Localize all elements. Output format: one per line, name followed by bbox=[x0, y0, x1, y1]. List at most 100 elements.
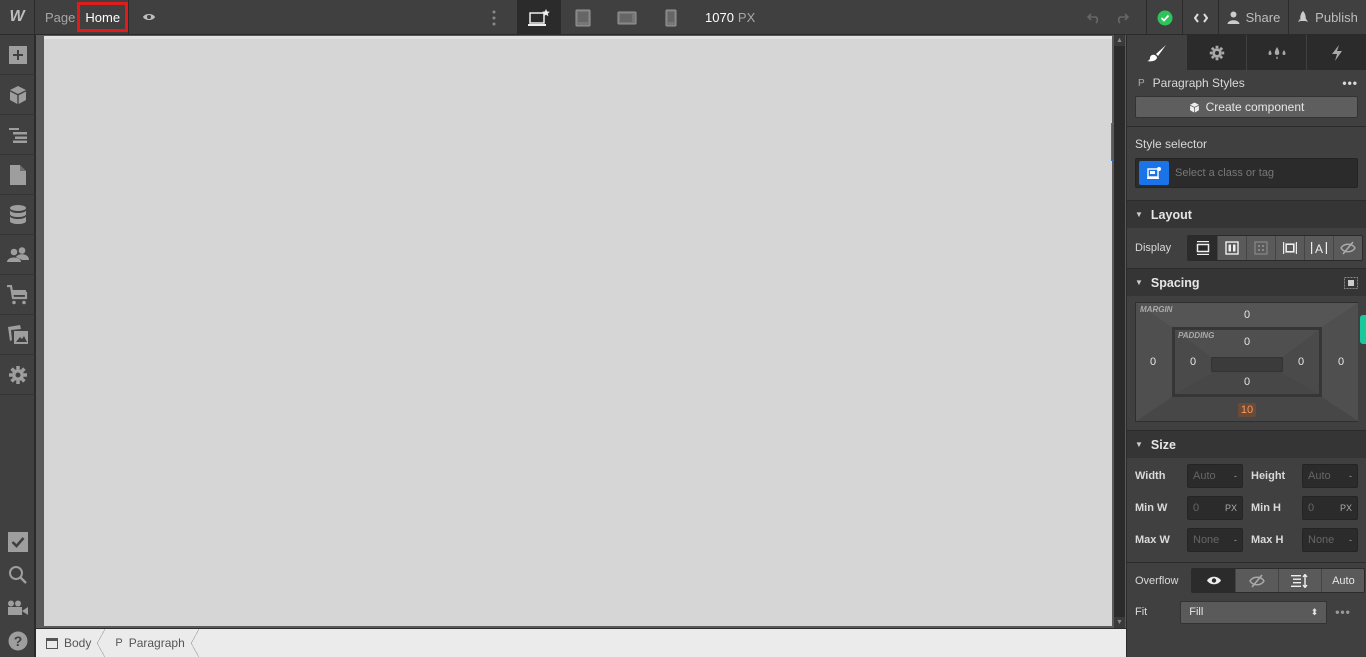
sidebar-search[interactable] bbox=[0, 558, 35, 591]
display-block-button[interactable] bbox=[1188, 236, 1218, 260]
collapse-triangle-icon: ▼ bbox=[1135, 210, 1143, 219]
spacing-section-header[interactable]: ▼ Spacing bbox=[1127, 268, 1366, 296]
display-flex-button[interactable] bbox=[1217, 236, 1246, 260]
sidebar-ecommerce[interactable] bbox=[0, 275, 35, 315]
preview-button[interactable] bbox=[128, 0, 168, 35]
tab-interactions[interactable] bbox=[1306, 35, 1366, 70]
display-none-button[interactable] bbox=[1333, 236, 1362, 260]
page-selector[interactable]: Home bbox=[77, 2, 129, 32]
layout-section-header[interactable]: ▼ Layout bbox=[1127, 200, 1366, 228]
grid-icon bbox=[1254, 241, 1268, 255]
redo-icon[interactable] bbox=[1115, 12, 1129, 24]
padding-top-value[interactable]: 0 bbox=[1244, 336, 1250, 348]
rocket-icon bbox=[1298, 11, 1309, 22]
style-selector-input[interactable]: Select a class or tag bbox=[1135, 158, 1358, 188]
overflow-auto-button[interactable]: Auto bbox=[1321, 569, 1364, 592]
overflow-scroll-button[interactable] bbox=[1278, 569, 1321, 592]
sidebar-help[interactable]: ? bbox=[0, 624, 35, 657]
share-button[interactable]: Share bbox=[1218, 0, 1288, 35]
max-width-unit[interactable]: - bbox=[1234, 535, 1237, 545]
overflow-hidden-button[interactable] bbox=[1235, 569, 1278, 592]
max-height-value: None bbox=[1308, 534, 1335, 546]
display-inline-button[interactable]: A bbox=[1304, 236, 1333, 260]
sidebar-navigator[interactable] bbox=[0, 115, 35, 155]
breadcrumb-body-label: Body bbox=[64, 636, 92, 650]
publish-button[interactable]: Publish bbox=[1288, 0, 1366, 35]
padding-right-value[interactable]: 0 bbox=[1298, 356, 1304, 368]
undo-icon[interactable] bbox=[1087, 12, 1101, 24]
sidebar-components[interactable] bbox=[0, 75, 35, 115]
sidebar-cms[interactable] bbox=[0, 195, 35, 235]
scroll-up-arrow[interactable]: ▲ bbox=[1114, 35, 1125, 46]
canvas-width-readout[interactable]: 1070 PX bbox=[705, 0, 755, 35]
min-height-input[interactable]: 0 PX bbox=[1302, 496, 1358, 520]
sidebar-add-elements[interactable] bbox=[0, 35, 35, 75]
paragraph-tag-icon: P bbox=[115, 637, 123, 649]
margin-label: MARGIN bbox=[1140, 305, 1173, 314]
create-component-button[interactable]: Create component bbox=[1135, 96, 1358, 118]
canvas-area bbox=[36, 35, 1126, 628]
tab-style[interactable] bbox=[1127, 35, 1186, 70]
max-width-input[interactable]: None - bbox=[1187, 528, 1243, 552]
margin-left-value[interactable]: 0 bbox=[1150, 356, 1156, 368]
min-width-unit[interactable]: PX bbox=[1225, 503, 1237, 513]
min-width-input[interactable]: 0 PX bbox=[1187, 496, 1243, 520]
padding-bottom-value[interactable]: 0 bbox=[1244, 376, 1250, 388]
padding-label: PADDING bbox=[1178, 331, 1215, 340]
breakpoint-mobile-landscape[interactable] bbox=[605, 0, 649, 35]
sidebar-pages[interactable] bbox=[0, 155, 35, 195]
tag-selector-button[interactable] bbox=[1139, 161, 1169, 185]
sidebar-audit[interactable] bbox=[0, 525, 35, 558]
overflow-visible-button[interactable] bbox=[1192, 569, 1236, 592]
sidebar-settings[interactable] bbox=[0, 355, 35, 395]
breakpoint-tablet[interactable] bbox=[561, 0, 605, 35]
height-input[interactable]: Auto - bbox=[1302, 464, 1358, 488]
element-more-button[interactable]: ••• bbox=[1342, 76, 1358, 90]
fit-more-button[interactable]: ••• bbox=[1335, 605, 1351, 619]
spacing-preset-icon[interactable] bbox=[1344, 276, 1358, 289]
sidebar-users[interactable] bbox=[0, 235, 35, 275]
fit-select[interactable]: Fill ⬍ bbox=[1180, 600, 1328, 624]
min-height-value: 0 bbox=[1308, 502, 1315, 514]
tab-settings[interactable] bbox=[1186, 35, 1246, 70]
width-unit[interactable]: - bbox=[1234, 471, 1237, 481]
breadcrumb-body[interactable]: Body bbox=[36, 628, 106, 657]
design-canvas[interactable] bbox=[44, 36, 1112, 626]
size-section-header[interactable]: ▼ Size bbox=[1127, 430, 1366, 458]
margin-bottom-value[interactable]: 10 bbox=[1237, 403, 1257, 417]
display-grid-button[interactable] bbox=[1246, 236, 1275, 260]
breadcrumb-paragraph[interactable]: P Paragraph bbox=[105, 628, 200, 657]
margin-top-value[interactable]: 0 bbox=[1244, 309, 1250, 321]
webflow-logo[interactable]: W bbox=[0, 0, 35, 35]
min-height-unit[interactable]: PX bbox=[1340, 503, 1352, 513]
site-status-button[interactable] bbox=[1146, 0, 1182, 35]
canvas-scrollbar[interactable]: ▲ ▼ bbox=[1114, 35, 1125, 628]
svg-text:?: ? bbox=[13, 633, 22, 649]
scroll-down-arrow[interactable]: ▼ bbox=[1114, 617, 1125, 628]
svg-text:A: A bbox=[1315, 242, 1323, 255]
flex-icon bbox=[1225, 241, 1239, 255]
component-cube-icon bbox=[1189, 102, 1199, 112]
width-input[interactable]: Auto - bbox=[1187, 464, 1243, 488]
tab-style-manager[interactable] bbox=[1246, 35, 1306, 70]
breakpoint-desktop-base[interactable] bbox=[517, 0, 561, 35]
display-inline-block-button[interactable] bbox=[1275, 236, 1304, 260]
canvas-width-value: 1070 bbox=[705, 10, 734, 25]
panel-resize-handle[interactable] bbox=[1360, 315, 1366, 344]
right-toolbar: Share Publish bbox=[1070, 0, 1366, 35]
lightning-icon bbox=[1331, 44, 1342, 61]
layout-title: Layout bbox=[1150, 207, 1192, 222]
max-height-input[interactable]: None - bbox=[1302, 528, 1358, 552]
sidebar-tutorials[interactable] bbox=[0, 591, 35, 624]
more-options-button[interactable] bbox=[484, 0, 504, 35]
max-height-label: Max H bbox=[1251, 534, 1284, 546]
breakpoint-mobile-portrait[interactable] bbox=[649, 0, 693, 35]
margin-right-value[interactable]: 0 bbox=[1338, 356, 1344, 368]
sidebar-assets[interactable] bbox=[0, 315, 35, 355]
max-height-unit[interactable]: - bbox=[1349, 535, 1352, 545]
height-unit[interactable]: - bbox=[1349, 471, 1352, 481]
code-export-button[interactable] bbox=[1182, 0, 1218, 35]
share-label: Share bbox=[1245, 10, 1281, 25]
padding-left-value[interactable]: 0 bbox=[1190, 356, 1196, 368]
fit-row: Fit Fill ⬍ ••• bbox=[1127, 598, 1366, 626]
